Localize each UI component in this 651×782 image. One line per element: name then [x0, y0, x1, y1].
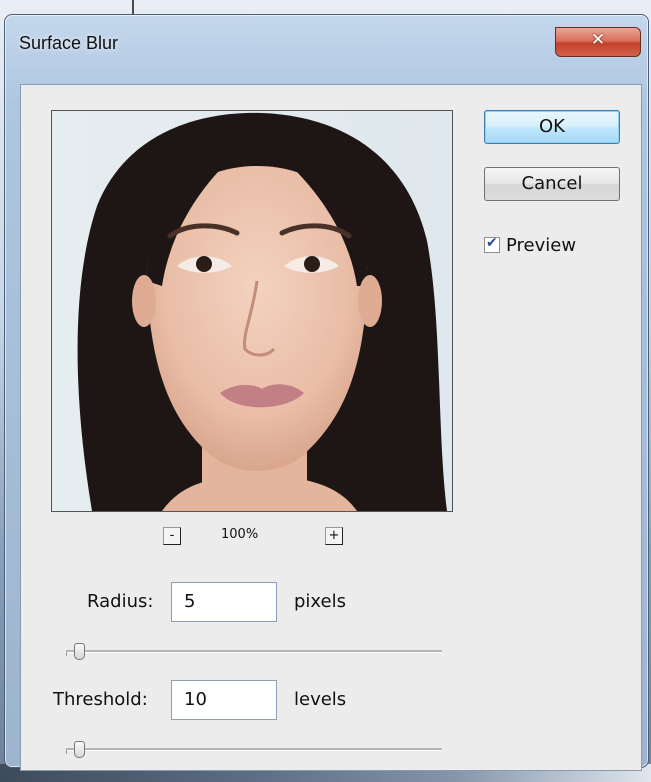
dialog-client-area: - 100% + OK Cancel ✔ Preview Radius: 5 p…: [20, 84, 642, 771]
radius-label: Radius:: [87, 591, 154, 612]
preview-window[interactable]: [51, 110, 453, 512]
right-iris: [304, 256, 320, 272]
preview-image: [52, 111, 452, 511]
radius-slider-tick: [66, 652, 67, 656]
radius-slider-track[interactable]: [66, 650, 442, 653]
zoom-out-button[interactable]: -: [163, 527, 181, 545]
close-icon: ✕: [590, 30, 606, 50]
threshold-slider-thumb[interactable]: [73, 741, 85, 758]
threshold-label: Threshold:: [53, 689, 148, 710]
radius-slider-thumb[interactable]: [73, 643, 85, 660]
threshold-slider-tick: [66, 750, 67, 754]
dialog-title: Surface Blur: [19, 33, 119, 53]
radius-unit: pixels: [294, 591, 346, 612]
left-ear: [132, 275, 156, 327]
close-button[interactable]: ✕: [555, 27, 641, 57]
right-ear: [358, 275, 382, 327]
threshold-slider-track[interactable]: [66, 748, 442, 751]
preview-checkbox[interactable]: ✔: [484, 235, 500, 253]
threshold-input[interactable]: 10: [171, 680, 277, 720]
cancel-button[interactable]: Cancel: [484, 167, 620, 201]
radius-input[interactable]: 5: [171, 582, 277, 622]
checkmark-icon: ✔: [486, 235, 498, 251]
left-iris: [196, 256, 212, 272]
zoom-in-button[interactable]: +: [325, 527, 343, 545]
background-window-edge: [132, 0, 134, 14]
surface-blur-dialog: Surface Blur ✕ - 100% + OK Cancel ✔ Prev…: [4, 14, 649, 771]
preview-checkbox-label: Preview: [506, 235, 577, 256]
ok-button[interactable]: OK: [484, 110, 620, 144]
zoom-level-readout: 100%: [221, 527, 259, 542]
threshold-unit: levels: [294, 689, 347, 710]
